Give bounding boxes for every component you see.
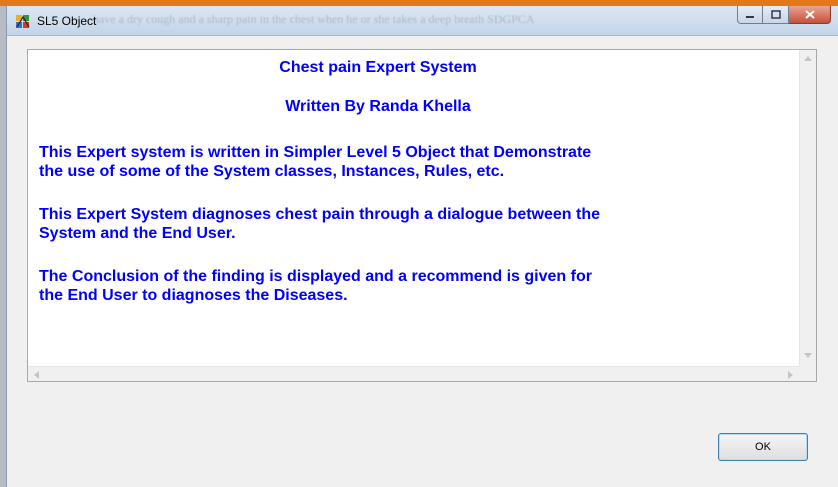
maximize-button[interactable] [763,6,789,24]
vertical-scrollbar[interactable] [799,50,816,366]
horizontal-scrollbar[interactable] [28,366,799,381]
window-title: SL5 Object [37,14,97,28]
sl5-object-dialog: have a dry cough and a sharp pain in the… [6,6,838,487]
scroll-up-arrow-icon[interactable] [804,56,812,61]
maximize-icon [770,10,781,19]
window-controls [737,6,831,26]
heading-title: Chest pain Expert System [279,59,477,76]
minimize-icon [746,15,754,18]
text-display-panel[interactable]: Chest pain Expert System Written By Rand… [27,49,817,382]
paragraph-line: This Expert System diagnoses chest pain … [39,206,600,223]
scroll-down-arrow-icon[interactable] [804,353,812,358]
heading-author: Written By Randa Khella [285,98,471,115]
scroll-left-arrow-icon[interactable] [34,371,39,379]
paragraph-line: System and the End User. [39,225,236,242]
ok-button[interactable]: OK [718,433,808,461]
minimize-button[interactable] [737,6,763,24]
title-bar[interactable]: have a dry cough and a sharp pain in the… [7,6,838,36]
paragraph-line: The Conclusion of the finding is display… [39,268,592,285]
close-icon [804,10,815,19]
paragraph-line: the End User to diagnoses the Diseases. [39,287,348,304]
paragraph-line: the use of some of the System classes, I… [39,163,505,180]
text-area: Chest pain Expert System Written By Rand… [28,50,799,367]
paragraph-conclusion: The Conclusion of the finding is display… [39,267,739,305]
paragraph-line: This Expert system is written in Simpler… [39,144,592,161]
paragraph-intro: This Expert system is written in Simpler… [39,143,739,181]
app-icon [16,15,30,28]
scrollbar-corner [799,366,816,381]
paragraph-diagnosis: This Expert System diagnoses chest pain … [39,205,739,243]
screen: have a dry cough and a sharp pain in the… [0,0,838,487]
close-button[interactable] [789,6,831,24]
background-ghost-text: have a dry cough and a sharp pain in the… [93,12,535,26]
scroll-right-arrow-icon[interactable] [788,371,793,379]
